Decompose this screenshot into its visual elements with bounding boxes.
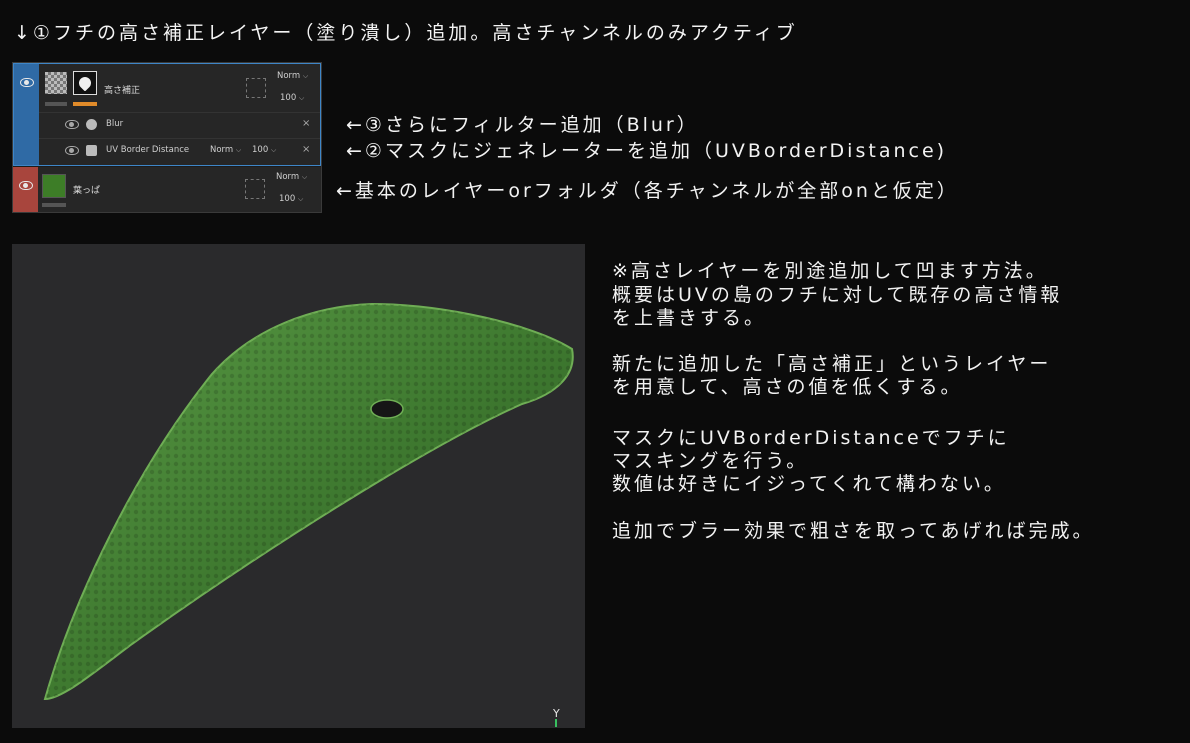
desc-line: 追加でブラー効果で粗さを取ってあげれば完成。 <box>612 520 1095 542</box>
visibility-column <box>14 64 39 165</box>
axis-gizmo-icon <box>555 719 557 727</box>
filter-row-uv-border-distance[interactable]: UV Border Distance Norm ⌵ 100 ⌵ × <box>39 138 320 163</box>
generator-icon <box>86 145 97 156</box>
chevron-down-icon: ⌵ <box>298 94 305 102</box>
layer-thumbnail <box>42 174 66 198</box>
note-generator: ←②マスクにジェネレーターを追加（UVBorderDistance) <box>346 140 948 162</box>
note-base-layer: ←基本のレイヤーorフォルダ（各チャンネルが全部onと仮定） <box>336 180 959 202</box>
desc-line: を上書きする。 <box>612 307 767 329</box>
opacity-value: 100 <box>279 194 296 204</box>
blend-mode-select[interactable]: Norm ⌵ <box>277 71 308 81</box>
desc-line: マスクにUVBorderDistanceでフチに <box>612 427 1010 449</box>
filter-row-blur[interactable]: Blur × <box>39 112 320 137</box>
desc-line: 概要はUVの島のフチに対して既存の高さ情報 <box>612 284 1063 306</box>
blend-mode-value: Norm <box>277 71 301 81</box>
opacity-field[interactable]: 100 ⌵ <box>280 93 304 103</box>
heading: ↓①フチの高さ補正レイヤー（塗り潰し）追加。高さチャンネルのみアクティブ <box>14 22 798 44</box>
mask-thumbnail[interactable] <box>73 71 97 95</box>
3d-viewport[interactable]: Y <box>12 244 585 728</box>
filter-name: UV Border Distance <box>106 145 190 155</box>
mask-shape-icon <box>76 74 94 92</box>
layer-color-bar <box>45 102 67 106</box>
leaf-mesh <box>43 302 574 701</box>
chevron-down-icon: ⌵ <box>297 195 304 203</box>
chevron-down-icon: ⌵ <box>270 146 277 154</box>
filter-icon <box>86 119 97 130</box>
chevron-down-icon: ⌵ <box>235 146 242 154</box>
layer-height-correction[interactable]: 高さ補正 Norm ⌵ 100 ⌵ Blur × UV Border Dista… <box>13 63 321 166</box>
blend-mode-value: Norm <box>276 172 300 182</box>
eye-icon[interactable] <box>65 120 79 129</box>
desc-line: 数値は好きにイジってくれて構わない。 <box>612 473 1006 495</box>
layer-thumbnail <box>45 72 67 94</box>
desc-line: 新たに追加した「高さ補正」というレイヤー <box>612 353 1052 375</box>
layer-color-bar <box>42 203 66 207</box>
eye-icon[interactable] <box>18 181 33 190</box>
desc-line: を用意して、高さの値を低くする。 <box>612 376 963 398</box>
eye-icon[interactable] <box>19 78 34 87</box>
layers-panel: 高さ補正 Norm ⌵ 100 ⌵ Blur × UV Border Dista… <box>12 62 322 213</box>
opacity-field[interactable]: 100 ⌵ <box>252 145 276 155</box>
mask-color-bar <box>73 102 97 106</box>
blend-mode-select[interactable]: Norm ⌵ <box>276 172 307 182</box>
opacity-value: 100 <box>252 145 269 155</box>
layer-name: 葉っぱ <box>73 186 101 196</box>
blend-mode-value: Norm <box>210 145 234 155</box>
filter-name: Blur <box>106 119 124 129</box>
channel-dotted-box[interactable] <box>245 179 265 199</box>
layer-leaf[interactable]: 葉っぱ Norm ⌵ 100 ⌵ <box>13 167 321 212</box>
desc-line: ※高さレイヤーを別途追加して凹ます方法。 <box>612 260 1048 282</box>
opacity-value: 100 <box>280 93 297 103</box>
eye-icon[interactable] <box>65 146 79 155</box>
chevron-down-icon: ⌵ <box>302 72 309 80</box>
visibility-column <box>13 167 38 212</box>
opacity-field[interactable]: 100 ⌵ <box>279 194 303 204</box>
note-filter: ←③さらにフィルター追加（Blur） <box>346 114 699 136</box>
leaf-hole <box>370 399 404 419</box>
layer-name: 高さ補正 <box>104 86 141 96</box>
blend-mode-select[interactable]: Norm ⌵ <box>210 145 241 155</box>
chevron-down-icon: ⌵ <box>301 173 308 181</box>
close-icon[interactable]: × <box>302 118 310 129</box>
close-icon[interactable]: × <box>302 144 310 155</box>
desc-line: マスキングを行う。 <box>612 450 809 472</box>
channel-dotted-box[interactable] <box>246 78 266 98</box>
